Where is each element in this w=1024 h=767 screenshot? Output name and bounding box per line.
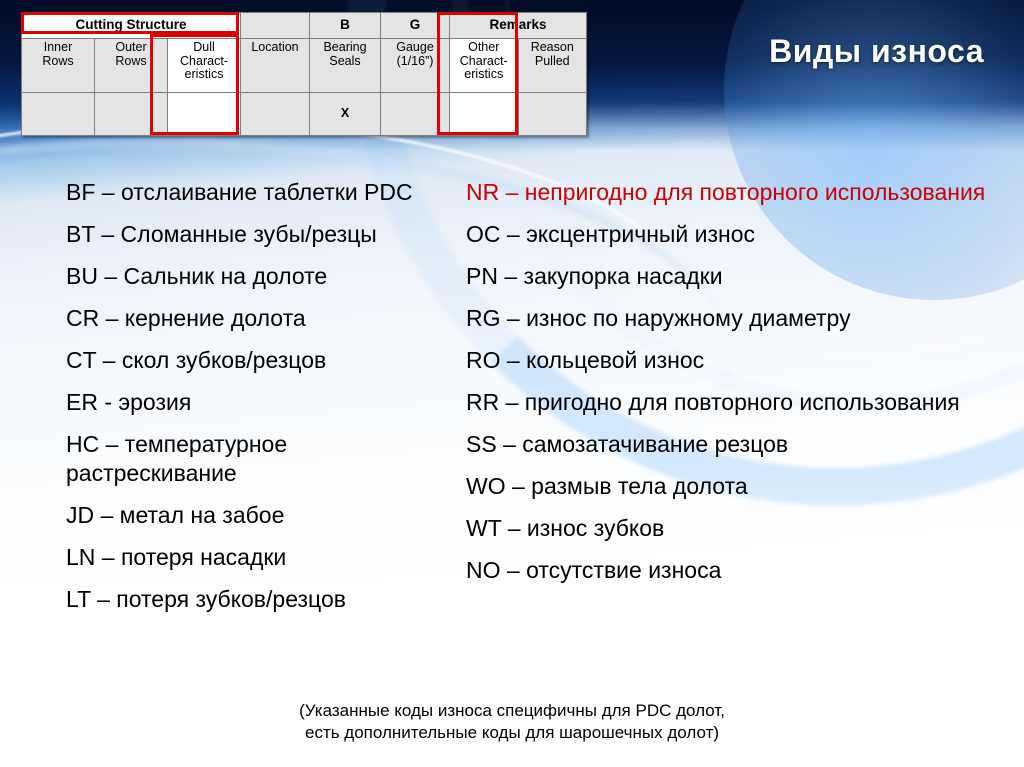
footer-note-line-2: есть дополнительные коды для шарошечных … (304, 723, 720, 743)
dull-code-item-pn: PN – закупорка насадки (466, 262, 723, 289)
dull-code-item-jd: JD – метал на забое (66, 501, 285, 528)
dull-code-item-rr: RR – пригодно для повторного использован… (466, 388, 960, 415)
dull-code-item-wo: WO – размыв тела долота (466, 472, 748, 499)
table-column-header-cell: Outer Rows (94, 38, 168, 93)
dull-code-item-bt: BT – Сломанные зубы/резцы (66, 220, 377, 247)
dull-code-item-ln: LN – потеря насадки (66, 543, 287, 570)
table-column-header-cell: Reason Pulled (517, 38, 587, 93)
table-cell (167, 92, 241, 136)
dull-grading-table-grid: Cutting Structure B G Remarks Inner Rows Out… (21, 12, 587, 136)
table-cell (240, 92, 310, 136)
table-column-header-cell: Location (240, 38, 310, 93)
table-column-header-cell: Other Charact- eristics (449, 38, 519, 93)
table-cell (517, 92, 587, 136)
table-column-header-cell: Gauge (1/16”) (380, 38, 450, 93)
dull-code-item-bu: BU – Сальник на долоте (66, 262, 328, 289)
table-row: X (21, 92, 587, 136)
dull-code-item-ct: CT – скол зубков/резцов (66, 346, 327, 373)
page-title: Виды износа (769, 33, 984, 69)
table-group-header-cell: B (309, 12, 381, 39)
table-column-header-cell: Dull Charact- eristics (167, 38, 241, 93)
table-column-header-cell: Bearing Seals (309, 38, 381, 93)
footer-note: (Указанные коды износа специфичны для PD… (0, 700, 1024, 745)
table-column-header-cell: Inner Rows (21, 38, 95, 93)
dull-grading-table: Cutting Structure B G Remarks Inner Rows Out… (21, 12, 587, 136)
dull-code-item-er: ER - эрозия (66, 388, 192, 415)
table-cell (21, 92, 95, 136)
dull-code-item-hc: HC – температурное растрескивание (66, 430, 294, 486)
dull-code-item-oc: OC – эксцентричный износ (466, 220, 756, 247)
dull-code-item-nr: NR – непригодно для повторного использов… (466, 179, 986, 205)
footer-note-line-1: (Указанные коды износа специфичны для PD… (299, 701, 725, 720)
dull-code-item-ss: SS – самозатачивание резцов (466, 430, 789, 457)
table-group-header-cell: Cutting Structure (21, 12, 241, 39)
dull-codes-left-column: BF – отслаивание таблетки PDC BT – Сломан… (66, 178, 456, 627)
dull-code-item-no: NO – отсутствие износа (466, 556, 722, 583)
dull-code-item-bf: BF – отслаивание таблетки PDC (66, 179, 413, 205)
table-cell (380, 92, 450, 136)
table-group-header-cell (240, 12, 310, 39)
table-cell-marked: X (309, 92, 381, 136)
dull-codes-right-column: NR – непригодно для повторного использов… (466, 178, 986, 598)
slide-canvas: Виды износа Cutting Structure B G Remarks I… (0, 0, 1024, 767)
table-cell (449, 92, 519, 136)
table-group-header-row: Cutting Structure B G Remarks (21, 12, 587, 39)
dull-code-item-ro: RO – кольцевой износ (466, 346, 705, 373)
dull-code-item-wt: WT – износ зубков (466, 514, 665, 541)
table-group-header-cell: G (380, 12, 450, 39)
dull-code-item-cr: CR – кернение долота (66, 304, 306, 331)
table-cell (94, 92, 168, 136)
dull-code-item-rg: RG – износ по наружному диаметру (466, 304, 851, 331)
dull-code-item-lt: LT – потеря зубков/резцов (66, 585, 346, 612)
table-column-header-row: Inner Rows Outer Rows Dull Charact- eristi… (21, 38, 587, 93)
table-group-header-cell: Remarks (449, 12, 587, 39)
